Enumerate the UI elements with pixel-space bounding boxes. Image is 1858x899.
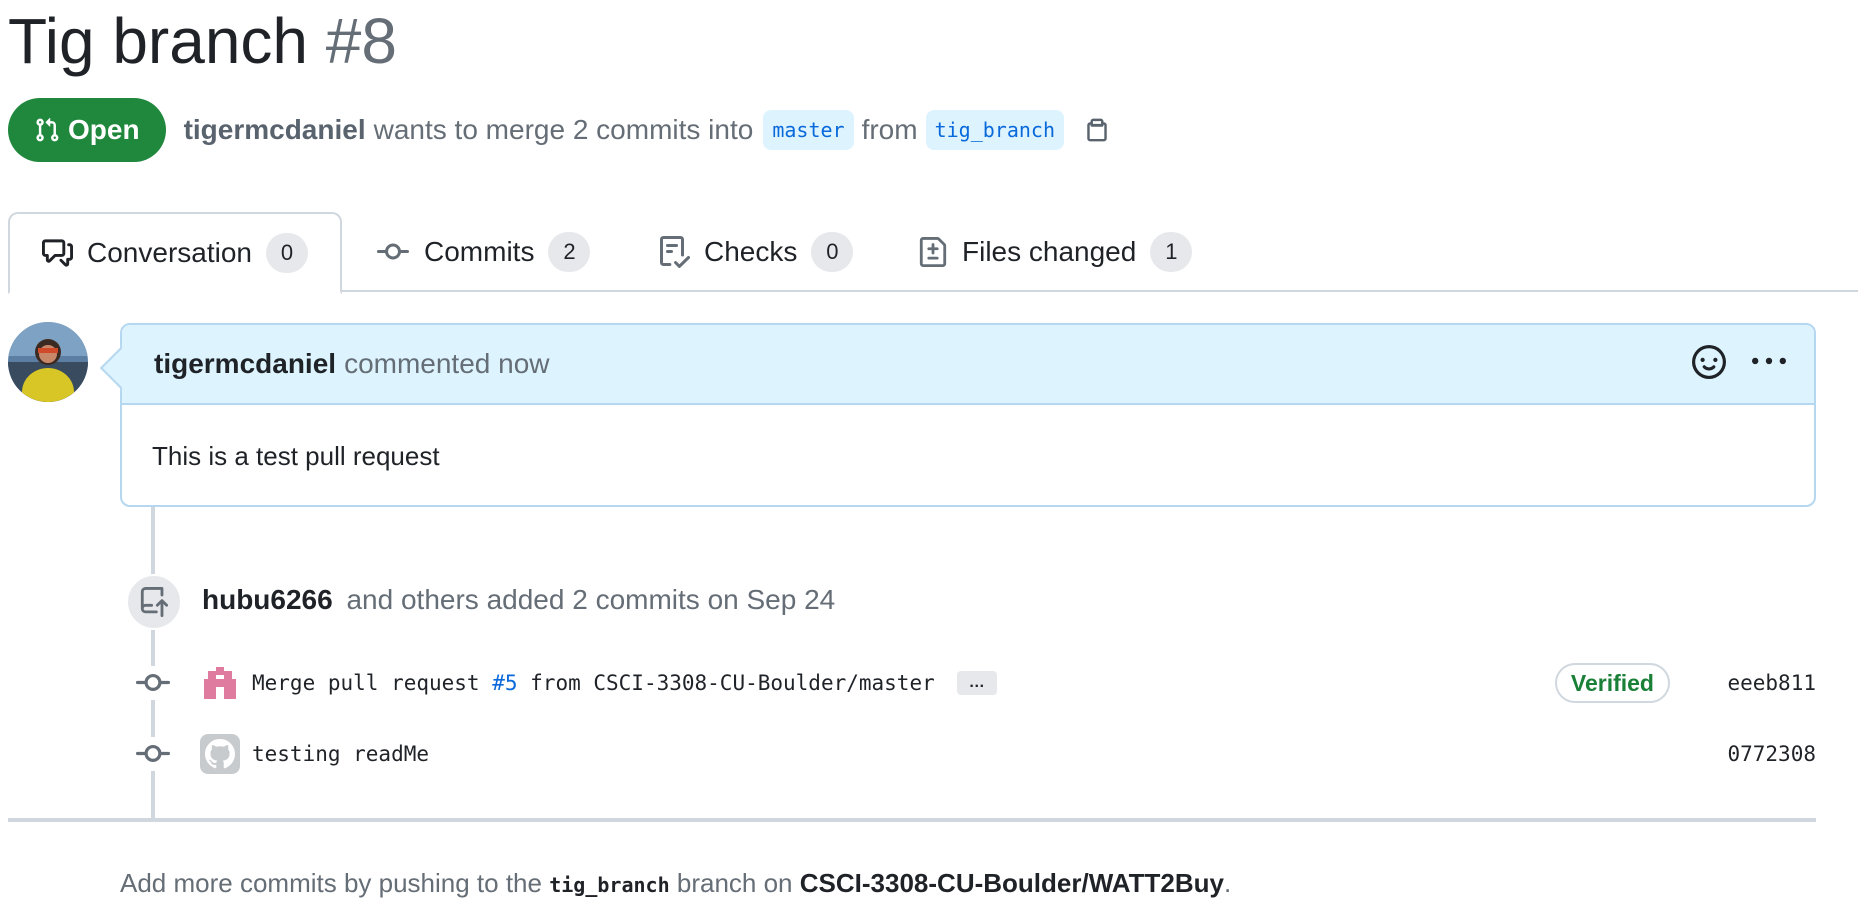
verified-badge[interactable]: Verified bbox=[1554, 663, 1670, 703]
pr-author-link[interactable]: tigermcdaniel bbox=[184, 114, 366, 146]
tab-conversation-counter: 0 bbox=[266, 233, 308, 273]
comment-actions bbox=[1692, 345, 1786, 386]
commits-event: hubu6266 and others added 2 commits on S… bbox=[202, 584, 835, 616]
git-pull-request-icon bbox=[36, 117, 59, 142]
commit-message-prefix: Merge pull request bbox=[252, 671, 493, 695]
comment-header: tigermcdaniel commented now bbox=[122, 325, 1814, 405]
pr-merge-summary: tigermcdaniel wants to merge 2 commits i… bbox=[184, 110, 1110, 150]
copy-icon[interactable] bbox=[1084, 115, 1110, 145]
commit-issue-link[interactable]: #5 bbox=[492, 671, 517, 695]
commit-message-suffix: from CSCI-3308-CU-Boulder/master bbox=[517, 671, 935, 695]
commit-author-avatar[interactable] bbox=[200, 663, 240, 703]
tab-checks[interactable]: Checks 0 bbox=[658, 212, 854, 292]
tab-conversation[interactable]: Conversation 0 bbox=[8, 212, 342, 294]
github-avatar-icon[interactable] bbox=[200, 734, 240, 774]
checklist-icon bbox=[660, 236, 690, 268]
tab-files-changed-counter: 1 bbox=[1150, 232, 1193, 272]
pr-title: Tig branch #8 bbox=[8, 4, 397, 78]
repo-push-icon bbox=[126, 574, 182, 630]
tab-checks-counter: 0 bbox=[811, 232, 854, 272]
timeline-divider bbox=[8, 818, 1816, 822]
tab-commits-label: Commits bbox=[424, 236, 535, 267]
git-commit-icon bbox=[377, 243, 409, 260]
commit-sha[interactable]: 0772308 bbox=[1727, 742, 1816, 766]
commit-message[interactable]: Merge pull request #5 from CSCI-3308-CU-… bbox=[252, 671, 935, 695]
comment-box: tigermcdaniel commented now This is a te… bbox=[120, 323, 1816, 507]
tab-checks-label: Checks bbox=[704, 236, 798, 267]
commit-row: testing readMe 0772308 bbox=[136, 732, 1816, 776]
pr-merge-text: wants to merge 2 commits into bbox=[373, 114, 754, 145]
push-hint-branch: tig_branch bbox=[549, 873, 670, 897]
pr-tabs: Conversation 0 Commits 2 Checks 0 Files … bbox=[8, 212, 1858, 294]
expand-commit-message-button[interactable]: … bbox=[956, 671, 997, 695]
pr-state-badge: Open bbox=[8, 98, 166, 162]
base-branch[interactable]: master bbox=[763, 110, 854, 150]
pr-title-text: Tig branch bbox=[8, 5, 308, 77]
kebab-horizontal-icon[interactable] bbox=[1752, 345, 1786, 386]
pr-meta-row: Open tigermcdaniel wants to merge 2 comm… bbox=[8, 98, 1110, 162]
tab-commits-counter: 2 bbox=[548, 232, 591, 272]
tab-conversation-label: Conversation bbox=[87, 237, 252, 268]
comment-author[interactable]: tigermcdaniel bbox=[154, 348, 336, 380]
commit-message[interactable]: testing readMe bbox=[252, 742, 429, 766]
tab-commits[interactable]: Commits 2 bbox=[376, 212, 591, 292]
event-author[interactable]: hubu6266 bbox=[202, 584, 333, 615]
tab-files-changed-label: Files changed bbox=[962, 236, 1137, 267]
pr-from-text: from bbox=[861, 114, 918, 145]
comment-author-avatar[interactable] bbox=[8, 322, 88, 402]
comment-body: This is a test pull request bbox=[152, 441, 440, 471]
comment-timestamp[interactable]: commented now bbox=[344, 348, 549, 380]
smiley-icon[interactable] bbox=[1692, 345, 1726, 386]
git-commit-icon bbox=[136, 666, 170, 700]
git-commit-icon bbox=[136, 737, 170, 771]
tab-files-changed[interactable]: Files changed 1 bbox=[918, 212, 1193, 292]
comment-discussion-icon bbox=[42, 239, 74, 267]
pr-number: #8 bbox=[325, 5, 397, 77]
event-description: and others added 2 commits on Sep 24 bbox=[346, 584, 836, 615]
commit-row: Merge pull request #5 from CSCI-3308-CU-… bbox=[136, 661, 1816, 705]
commit-sha[interactable]: eeeb811 bbox=[1727, 671, 1816, 695]
head-branch[interactable]: tig_branch bbox=[925, 110, 1064, 150]
push-hint: Add more commits by pushing to the tig_b… bbox=[120, 868, 1231, 899]
pr-state-label: Open bbox=[68, 114, 140, 145]
file-diff-icon bbox=[919, 237, 947, 267]
